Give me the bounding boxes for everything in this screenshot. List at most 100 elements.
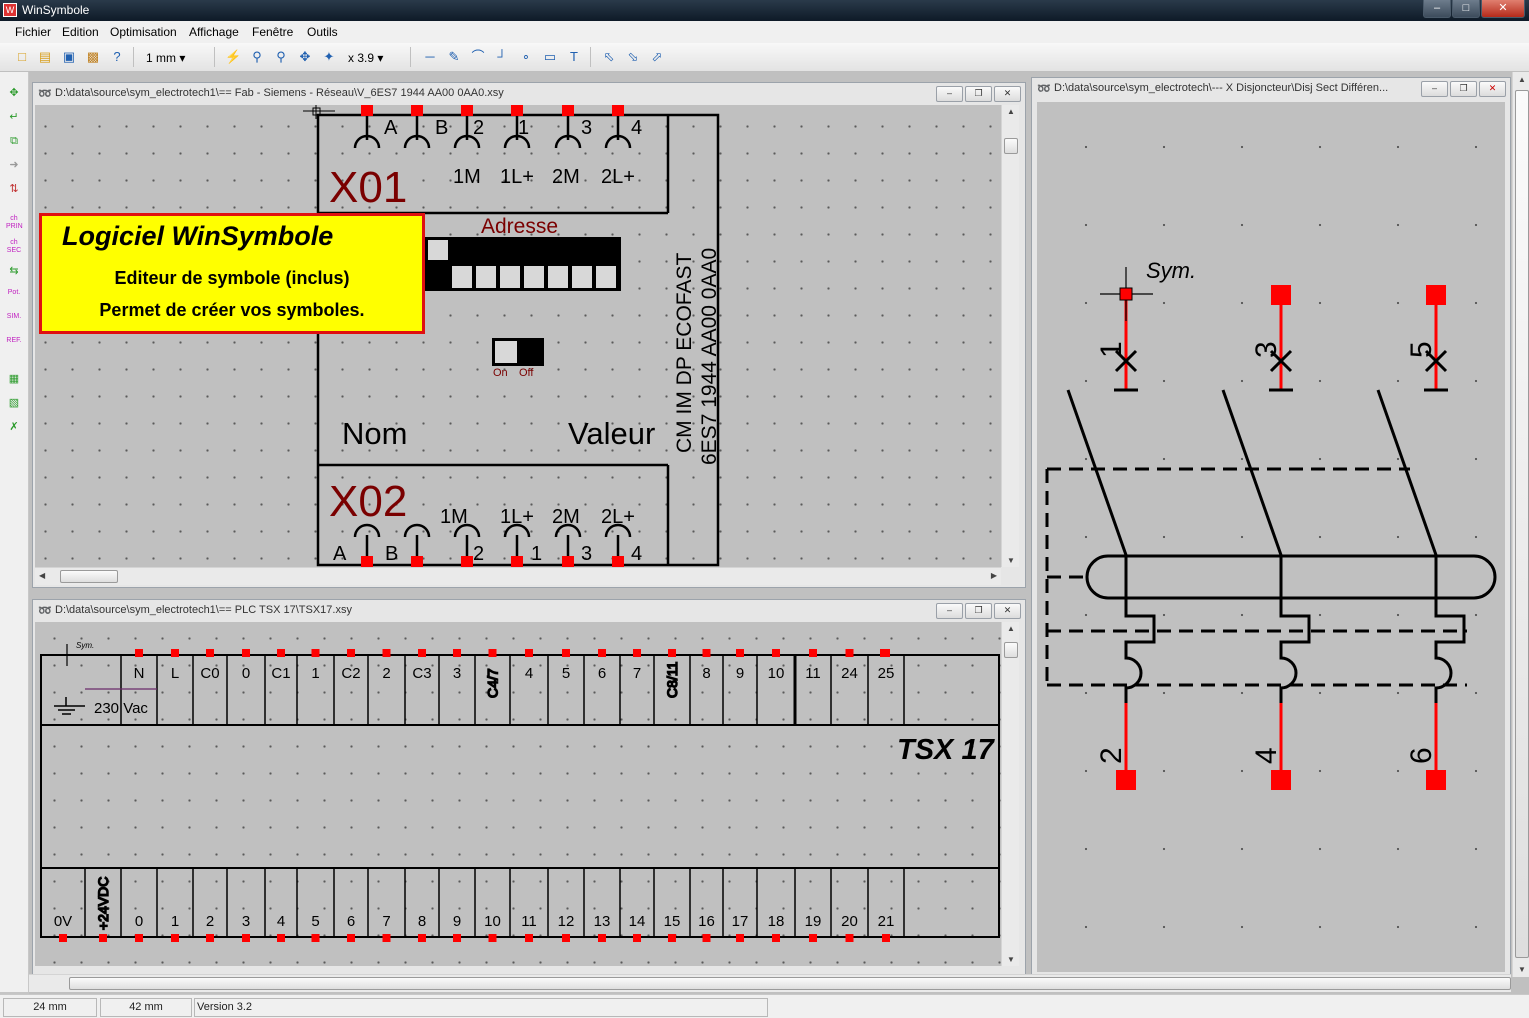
paste-icon[interactable]: ➜ (6, 157, 22, 173)
pencil-icon[interactable]: ✎ (446, 49, 462, 65)
menu-optimisation[interactable]: Optimisation (110, 25, 177, 39)
top-terminal-pin-16 (702, 649, 711, 657)
ch-sec-button[interactable]: ch SEC (6, 239, 22, 255)
top-terminal-pin-5 (311, 649, 320, 657)
canvas-disjoncteur[interactable]: Sym. 1 3 5 2 4 6 (1037, 102, 1505, 972)
maximize-button[interactable]: □ (1452, 0, 1480, 18)
sim-button[interactable]: SIM. (6, 313, 22, 329)
mdi-vscroll-thumb[interactable] (1515, 90, 1529, 958)
save-icon[interactable]: ▣ (61, 49, 77, 65)
vertical-label-reference: 6ES7 1944 AA00 0AA0 (698, 248, 721, 465)
bottom-terminal-label-4: 2 (206, 913, 214, 930)
help-icon[interactable]: ? (109, 49, 125, 65)
ch-prin-button[interactable]: ch PRIN (6, 215, 23, 231)
arc-icon[interactable]: ⌒ (470, 49, 486, 65)
switch-off-label: Off (519, 367, 534, 379)
window-disj-minimize[interactable]: – (1421, 81, 1448, 97)
canvas-siemens[interactable]: A B 2 1 3 4 1M 1L+ 2M 2L+ 1M 1L+ 2M 2L+ … (35, 105, 1001, 567)
status-version: Version 3.2 (194, 998, 768, 1017)
top-terminal-pin-4 (277, 649, 285, 657)
window-siemens-close[interactable]: ✕ (994, 86, 1021, 102)
tsx-vscroll-thumb[interactable] (1004, 642, 1018, 658)
open-folder-icon[interactable]: ▤ (37, 49, 53, 65)
siemens-vertical-scrollbar[interactable]: ▲ ▼ (1001, 105, 1019, 567)
enter-icon[interactable]: ↵ (6, 109, 22, 125)
zoom-fit-icon[interactable]: ✦ (321, 49, 337, 65)
tsx-vertical-scrollbar[interactable]: ▲ ▼ (1001, 622, 1019, 966)
move-icon[interactable]: ✥ (6, 85, 22, 101)
window-siemens-caption[interactable]: ➿ D:\data\source\sym_electrotech1\== Fab… (33, 83, 1025, 103)
window-title: WinSymbole (22, 3, 90, 17)
group-icon[interactable]: ▦ (6, 371, 22, 387)
zoom-select[interactable]: x 3.9 ▾ (348, 51, 383, 65)
pin-tool-icon[interactable]: ∘ (518, 49, 534, 65)
bottom-pin-3 (511, 556, 523, 567)
siemens-hscroll-thumb[interactable] (60, 570, 118, 583)
top-terminal-pin-0 (135, 649, 143, 657)
promo-line-1: Editeur de symbole (inclus) (114, 268, 350, 288)
numbering-icon[interactable]: ⇅ (6, 181, 22, 197)
dip-upper-5 (548, 240, 568, 260)
dip-lower-1 (452, 266, 472, 288)
top-terminal-label-6: C2 (341, 665, 360, 682)
siemens-horizontal-scrollbar[interactable]: ◀ ▶ (35, 567, 1001, 585)
top-pin-1 (411, 105, 423, 116)
print-icon[interactable]: ▩ (85, 49, 101, 65)
zoom-out-icon[interactable]: ⚲ (273, 49, 289, 65)
window-disjoncteur-title: D:\data\source\sym_electrotech\--- X Dis… (1054, 82, 1389, 94)
ref-button[interactable]: REF. (6, 337, 22, 353)
pan-icon[interactable]: ✥ (297, 49, 313, 65)
bottom-terminal-pin-7 (311, 934, 320, 942)
delete-icon[interactable]: ✗ (6, 419, 22, 435)
window-disj-restore[interactable]: ❐ (1450, 81, 1477, 97)
new-file-icon[interactable]: □ (14, 49, 30, 65)
status-bar: 24 mm 42 mm Version 3.2 (0, 994, 1529, 1018)
menu-affichage[interactable]: Affichage (189, 25, 239, 39)
menu-outils[interactable]: Outils (307, 25, 338, 39)
mdi-vertical-scrollbar[interactable]: ▲ ▼ (1512, 72, 1529, 977)
ungroup-icon[interactable]: ▧ (6, 395, 22, 411)
close-button[interactable]: ✕ (1481, 0, 1525, 18)
top-label-1l: 1L+ (500, 166, 534, 188)
window-siemens-restore[interactable]: ❐ (965, 86, 992, 102)
top-terminal-label-11: 4 (525, 665, 533, 682)
bottom-terminal-pin-14 (562, 934, 570, 942)
top-terminal-label-7: 2 (382, 665, 390, 682)
canvas-tsx17[interactable]: N L C0 0 C1 1 C2 2 C3 3 C4/7 4 5 6 7 C8/11 8 9 10 11 24 25 0V… (35, 622, 1001, 966)
window-disjoncteur-caption[interactable]: ➿ D:\data\source\sym_electrotech\--- X D… (1032, 78, 1510, 98)
minimize-button[interactable]: – (1423, 0, 1451, 18)
arrows-icon[interactable]: ⇆ (6, 263, 22, 279)
siemens-vscroll-thumb[interactable] (1004, 138, 1018, 154)
menu-fichier[interactable]: Fichier (15, 25, 51, 39)
menu-fenetre[interactable]: Fenêtre (252, 25, 293, 39)
line-icon[interactable]: ─ (422, 49, 438, 65)
top-terminal-pin-20 (845, 649, 854, 657)
window-siemens-minimize[interactable]: – (936, 86, 963, 102)
text-tool-icon[interactable]: T (566, 49, 582, 65)
corner-icon[interactable]: ┘ (494, 49, 510, 65)
pin-icon: ➿ (1037, 83, 1051, 95)
window-tsx-restore[interactable]: ❐ (965, 603, 992, 619)
window-tsx-close[interactable]: ✕ (994, 603, 1021, 619)
bottom-pin-2 (461, 556, 473, 567)
copy-icon[interactable]: ⧉ (6, 133, 22, 149)
pot-button[interactable]: Pot. (6, 289, 22, 305)
bottom-terminal-pin-15 (598, 934, 606, 942)
zoom-in-icon[interactable]: ⚲ (249, 49, 265, 65)
menu-edition[interactable]: Edition (62, 25, 99, 39)
rotate-icon[interactable]: ⬀ (649, 49, 665, 65)
bottom-label-1l: 1L+ (500, 506, 534, 528)
mdi-horizontal-scrollbar[interactable] (29, 974, 1511, 992)
dip-upper-1 (452, 240, 472, 260)
window-disj-close[interactable]: ✕ (1479, 81, 1506, 97)
bottom-pin-label-a: A (333, 543, 347, 565)
lightning-icon[interactable]: ⚡ (225, 49, 241, 65)
grid-size-select[interactable]: 1 mm ▾ (146, 51, 185, 65)
rectangle-icon[interactable]: ▭ (542, 49, 558, 65)
mirror-icon[interactable]: ⬂ (625, 49, 641, 65)
mdi-hscroll-thumb[interactable] (69, 977, 1511, 990)
window-tsx17-caption[interactable]: ➿ D:\data\source\sym_electrotech1\== PLC… (33, 600, 1025, 620)
window-tsx-minimize[interactable]: – (936, 603, 963, 619)
select-icon[interactable]: ⬁ (601, 49, 617, 65)
window-disjoncteur: ➿ D:\data\source\sym_electrotech\--- X D… (1031, 77, 1511, 977)
